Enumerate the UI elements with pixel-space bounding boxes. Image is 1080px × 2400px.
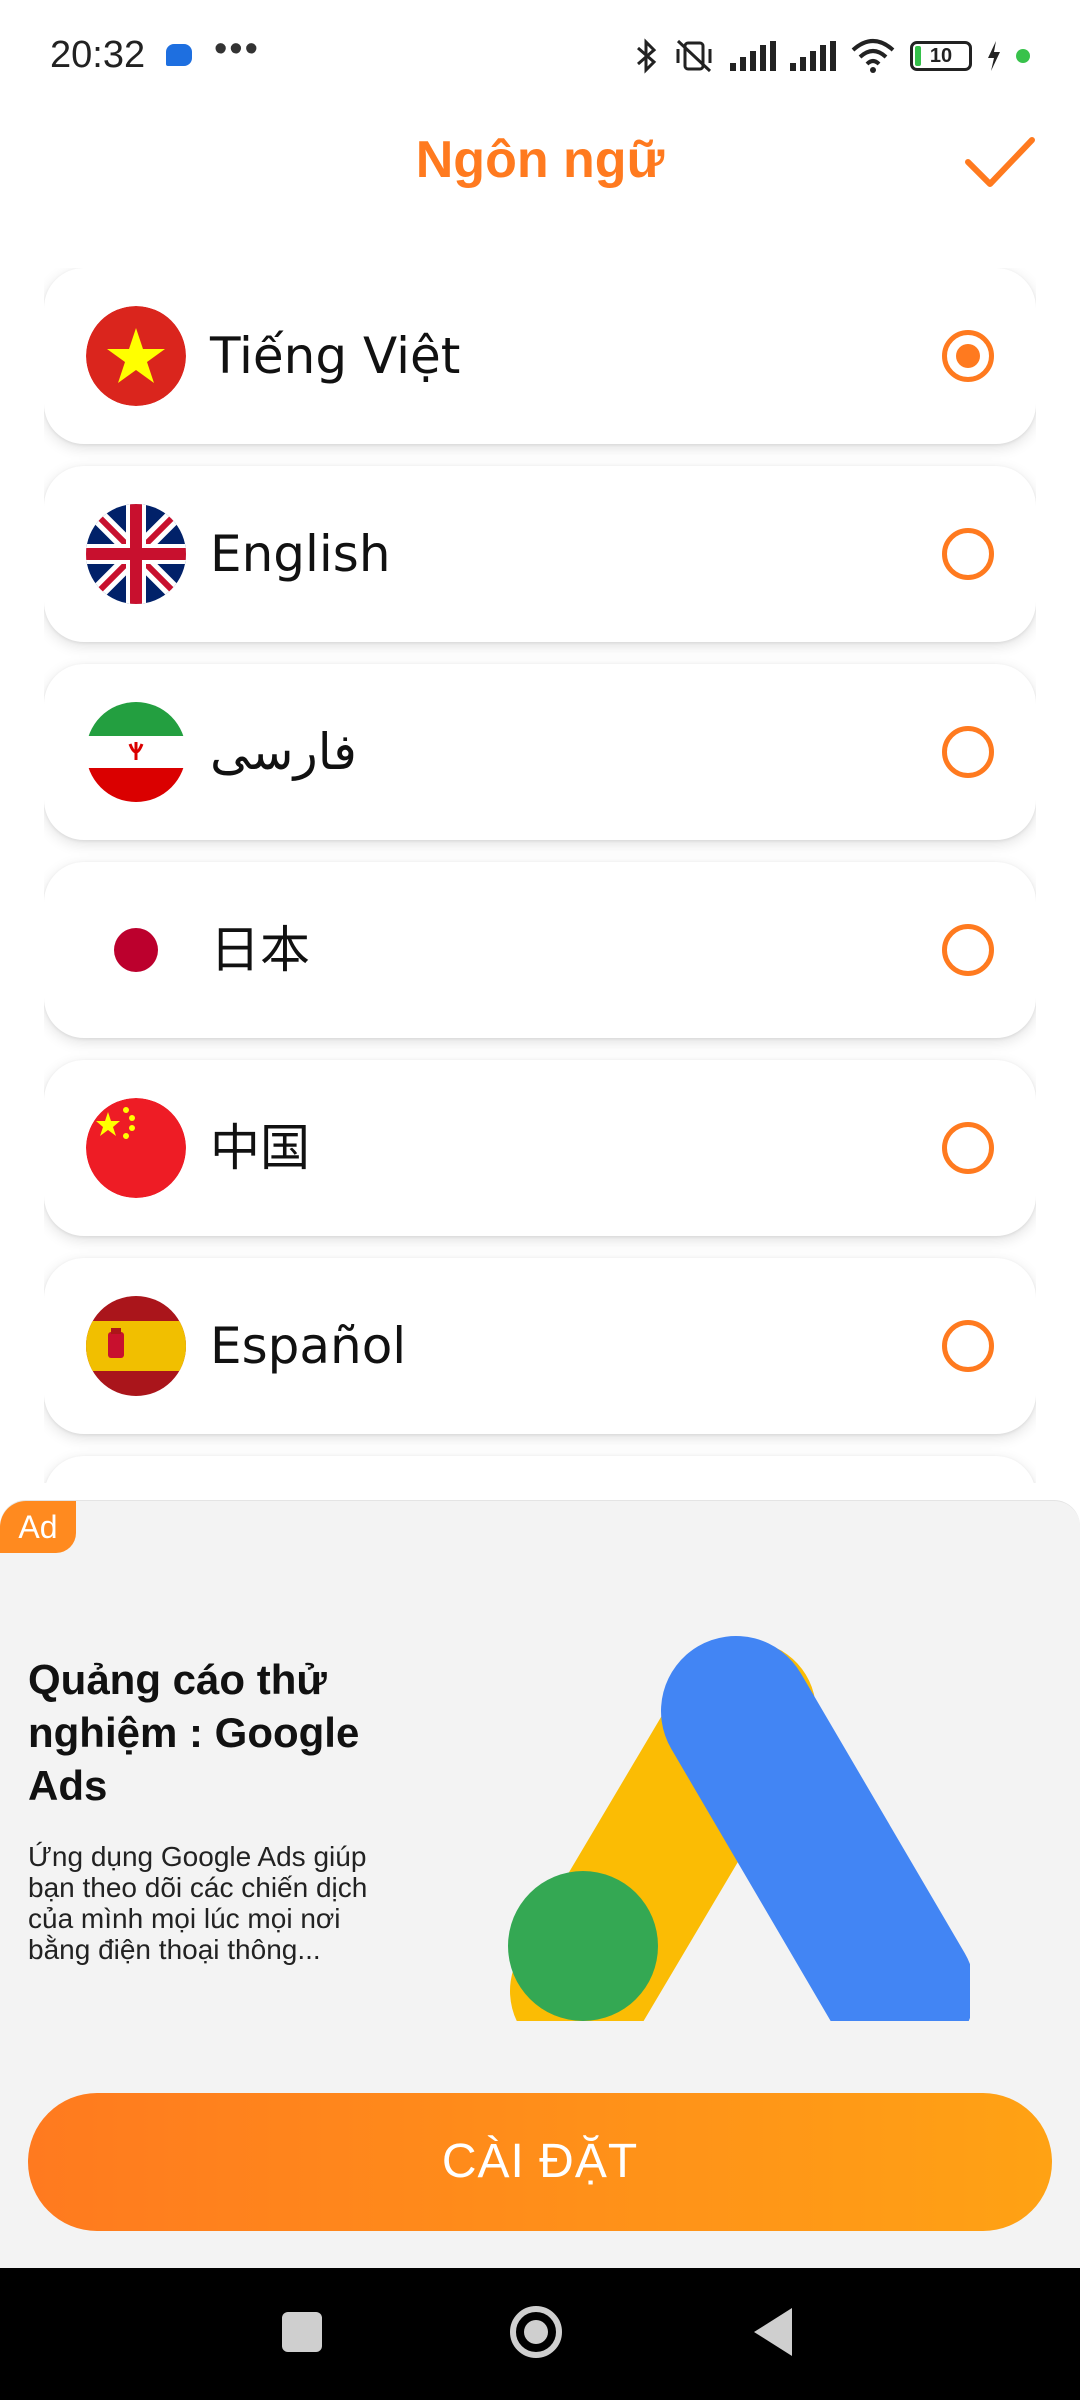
status-icons: 10 [634, 34, 1030, 78]
language-item-spanish[interactable]: Español [44, 1258, 1036, 1434]
more-dots-icon: ••• [214, 28, 260, 70]
china-flag-icon [86, 1098, 186, 1198]
notification-dot [1016, 49, 1030, 63]
recent-apps-icon[interactable] [282, 2312, 322, 2352]
spain-flag-icon [86, 1296, 186, 1396]
battery-level: 10 [929, 45, 953, 67]
language-item-persian[interactable]: فارسی [44, 664, 1036, 840]
radio-unselected[interactable] [942, 1122, 994, 1174]
japan-flag-icon [86, 900, 186, 1000]
language-label: Tiếng Việt [210, 327, 461, 385]
signal-icon [730, 41, 776, 71]
language-item-chinese[interactable]: 中国 [44, 1060, 1036, 1236]
language-item-vietnamese[interactable]: Tiếng Việt [44, 268, 1036, 444]
language-label: 中国 [210, 1119, 310, 1177]
language-label: English [210, 525, 391, 583]
ad-title[interactable]: Quảng cáo thử nghiệm : Google Ads [28, 1653, 408, 1812]
header: Ngôn ngữ [0, 110, 1080, 260]
ad-description: Ứng dụng Google Ads giúp bạn theo dõi cá… [28, 1841, 368, 1965]
charging-icon [988, 41, 1000, 71]
install-button[interactable]: CÀI ĐẶT [28, 2093, 1052, 2231]
radio-unselected[interactable] [942, 924, 994, 976]
radio-unselected[interactable] [942, 726, 994, 778]
radio-unselected[interactable] [942, 1320, 994, 1372]
home-icon[interactable] [510, 2306, 562, 2358]
language-item-partial[interactable] [44, 1456, 1036, 1483]
radio-selected[interactable] [942, 330, 994, 382]
language-item-english[interactable]: English [44, 466, 1036, 642]
language-label: 日本 [210, 921, 310, 979]
status-bar: 20:32 ••• 10 [0, 0, 1080, 110]
ad-banner[interactable]: Ad Quảng cáo thử nghiệm : Google Ads Ứng… [0, 1500, 1080, 2268]
wifi-icon [851, 39, 895, 73]
language-label: Español [210, 1317, 407, 1375]
page-title: Ngôn ngữ [415, 131, 665, 189]
bluetooth-icon [637, 38, 657, 74]
iran-flag-icon [86, 702, 186, 802]
vietnam-flag-icon [86, 306, 186, 406]
checkmark-icon[interactable] [960, 120, 1040, 200]
vibrate-off-icon [676, 39, 712, 73]
google-ads-logo[interactable] [500, 1601, 970, 2021]
ad-badge: Ad [0, 1501, 76, 1553]
uk-flag-icon [86, 504, 186, 604]
navigation-bar [0, 2268, 1080, 2400]
back-icon[interactable] [754, 2308, 792, 2356]
status-time: 20:32 [50, 34, 146, 76]
radio-unselected[interactable] [942, 528, 994, 580]
signal-icon [790, 41, 836, 71]
language-list[interactable]: Tiếng Việt English فارسی 日本 中国 Español [44, 268, 1036, 1483]
message-icon [166, 44, 192, 66]
language-label: فارسی [210, 723, 357, 781]
language-item-japanese[interactable]: 日本 [44, 862, 1036, 1038]
battery-icon: 10 [910, 41, 972, 71]
